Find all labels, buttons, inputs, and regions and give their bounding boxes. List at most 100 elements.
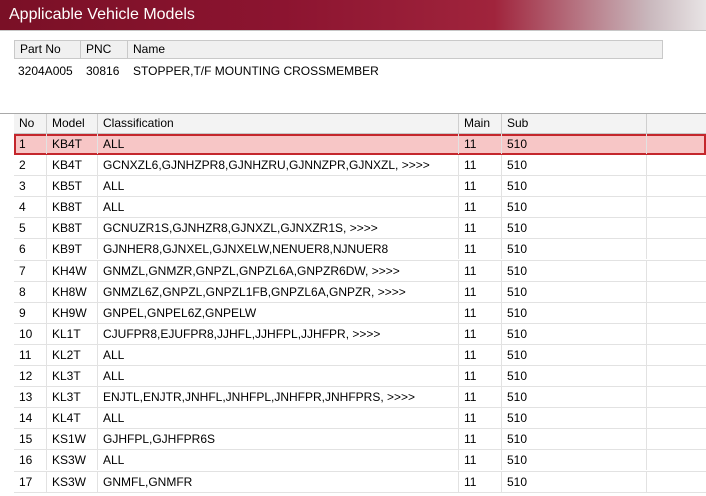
cell-no: 17 (14, 471, 47, 492)
column-header-pnc[interactable]: PNC (81, 41, 128, 58)
table-row[interactable]: 5 KB8T GCNUZR1S,GJNHZR8,GJNXZL,GJNXZR1S, >… (14, 218, 706, 240)
cell-classification: CJUFPR8,EJUFPR8,JJHFL,JJHFPL,JJHFPR, >>>… (98, 323, 459, 344)
pnc-value: 30816 (86, 64, 120, 78)
cell-classification: GNMZL6Z,GNPZL,GNPZL1FB,GNPZL6A,GNPZR, >>… (98, 281, 459, 302)
cell-main: 11 (459, 176, 502, 197)
cell-main: 11 (459, 155, 502, 176)
cell-sub: 510 (502, 260, 647, 281)
table-row[interactable]: 6 KB9T GJNHER8,GJNXEL,GJNXELW,NENUER8,NJNU… (14, 239, 706, 261)
table-row[interactable]: 14 KL4T ALL 11 510 (14, 408, 706, 430)
cell-main: 11 (459, 302, 502, 323)
cell-model: KB4T (47, 134, 98, 154)
cell-classification: ALL (98, 176, 459, 197)
cell-no: 5 (14, 218, 47, 239)
cell-main: 11 (459, 134, 502, 154)
cell-sub: 510 (502, 408, 647, 429)
cell-classification: ALL (98, 408, 459, 429)
cell-no: 3 (14, 176, 47, 197)
cell-model: KH8W (47, 281, 98, 302)
cell-no: 6 (14, 239, 47, 260)
cell-sub: 510 (502, 387, 647, 408)
cell-sub: 510 (502, 134, 647, 154)
table-row[interactable]: 10 KL1T CJUFPR8,EJUFPR8,JJHFL,JJHFPL,JJHFP… (14, 323, 706, 345)
column-header-part-no[interactable]: Part No (15, 41, 81, 58)
cell-main: 11 (459, 387, 502, 408)
cell-sub: 510 (502, 302, 647, 323)
part-table-header: Part No PNC Name (14, 40, 663, 59)
cell-model: KS3W (47, 450, 98, 471)
cell-no: 7 (14, 260, 47, 281)
cell-sub: 510 (502, 218, 647, 239)
table-row-selected[interactable]: 1 KB4T ALL 11 510 (14, 134, 706, 156)
cell-classification: ALL (98, 366, 459, 387)
column-header-model[interactable]: Model (47, 114, 98, 133)
table-row[interactable]: 15 KS1W GJHFPL,GJHFPR6S 11 510 (14, 429, 706, 451)
table-row[interactable]: 8 KH8W GNMZL6Z,GNPZL,GNPZL1FB,GNPZL6A,GNPZ… (14, 281, 706, 303)
window-title: Applicable Vehicle Models (9, 6, 195, 23)
cell-main: 11 (459, 429, 502, 450)
cell-model: KS3W (47, 471, 98, 492)
title-bar: Applicable Vehicle Models (0, 0, 706, 30)
cell-model: KB8T (47, 218, 98, 239)
cell-no: 13 (14, 387, 47, 408)
left-gutter (0, 114, 14, 496)
cell-model: KL4T (47, 408, 98, 429)
column-header-main[interactable]: Main (459, 114, 502, 133)
cell-model: KL2T (47, 344, 98, 365)
cell-sub: 510 (502, 176, 647, 197)
cell-classification: GCNUZR1S,GJNHZR8,GJNXZL,GJNXZR1S, >>>> (98, 218, 459, 239)
column-header-sub[interactable]: Sub (502, 114, 647, 133)
cell-main: 11 (459, 450, 502, 471)
cell-sub: 510 (502, 429, 647, 450)
cell-main: 11 (459, 218, 502, 239)
cell-classification: ENJTL,ENJTR,JNHFL,JNHFPL,JNHFPR,JNHFPRS,… (98, 387, 459, 408)
cell-classification: GCNXZL6,GJNHZPR8,GJNHZRU,GJNNZPR,GJNXZL,… (98, 155, 459, 176)
cell-model: KB9T (47, 239, 98, 260)
cell-classification: ALL (98, 197, 459, 218)
table-row[interactable]: 12 KL3T ALL 11 510 (14, 366, 706, 388)
cell-classification: ALL (98, 450, 459, 471)
table-row[interactable]: 7 KH4W GNMZL,GNMZR,GNPZL,GNPZL6A,GNPZR6DW,… (14, 260, 706, 282)
table-row[interactable]: 9 KH9W GNPEL,GNPEL6Z,GNPELW 11 510 (14, 302, 706, 324)
cell-model: KB5T (47, 176, 98, 197)
cell-classification: GJNHER8,GJNXEL,GJNXELW,NENUER8,NJNUER8 (98, 239, 459, 260)
models-table-header: No Model Classification Main Sub (14, 114, 706, 134)
cell-model: KL3T (47, 366, 98, 387)
cell-sub: 510 (502, 239, 647, 260)
cell-sub: 510 (502, 323, 647, 344)
table-row[interactable]: 16 KS3W ALL 11 510 (14, 450, 706, 472)
cell-sub: 510 (502, 197, 647, 218)
table-row[interactable]: 3 KB5T ALL 11 510 (14, 176, 706, 198)
cell-main: 11 (459, 281, 502, 302)
table-row[interactable]: 13 KL3T ENJTL,ENJTR,JNHFL,JNHFPL,JNHFPR,JN… (14, 387, 706, 409)
cell-model: KH9W (47, 302, 98, 323)
cell-main: 11 (459, 471, 502, 492)
cell-main: 11 (459, 408, 502, 429)
cell-no: 8 (14, 281, 47, 302)
cell-main: 11 (459, 260, 502, 281)
cell-main: 11 (459, 323, 502, 344)
cell-main: 11 (459, 239, 502, 260)
part-no-value: 3204A005 (18, 64, 73, 78)
cell-classification: GNPEL,GNPEL6Z,GNPELW (98, 302, 459, 323)
cell-sub: 510 (502, 366, 647, 387)
cell-main: 11 (459, 366, 502, 387)
cell-no: 10 (14, 323, 47, 344)
cell-no: 9 (14, 302, 47, 323)
cell-model: KL1T (47, 323, 98, 344)
column-header-no[interactable]: No (14, 114, 47, 133)
cell-sub: 510 (502, 450, 647, 471)
cell-sub: 510 (502, 344, 647, 365)
cell-sub: 510 (502, 155, 647, 176)
column-header-classification[interactable]: Classification (98, 114, 459, 133)
cell-no: 1 (14, 134, 47, 154)
cell-model: KL3T (47, 387, 98, 408)
table-row[interactable]: 4 KB8T ALL 11 510 (14, 197, 706, 219)
table-row[interactable]: 11 KL2T ALL 11 510 (14, 344, 706, 367)
column-header-name[interactable]: Name (128, 41, 662, 58)
table-row[interactable]: 17 KS3W GNMFL,GNMFR 11 510 (14, 471, 706, 493)
cell-no: 11 (14, 344, 47, 365)
cell-no: 14 (14, 408, 47, 429)
table-row[interactable]: 2 KB4T GCNXZL6,GJNHZPR8,GJNHZRU,GJNNZPR,GJ… (14, 155, 706, 177)
cell-main: 11 (459, 344, 502, 365)
